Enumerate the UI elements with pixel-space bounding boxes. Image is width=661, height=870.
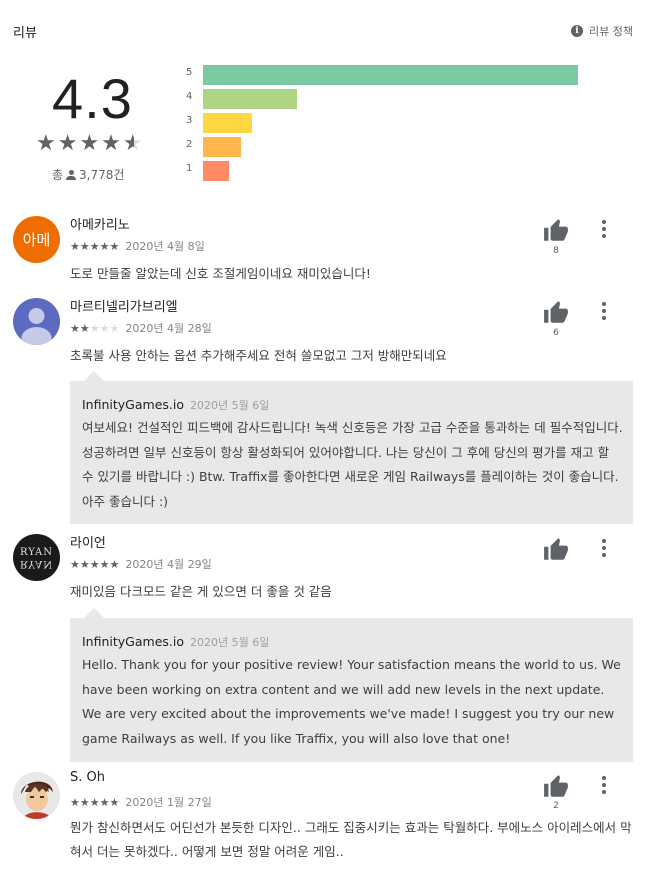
rating-bar-row: 5 — [186, 64, 586, 88]
rating-distribution: 5 4 3 2 1 — [186, 64, 586, 184]
total-prefix: 총 — [52, 168, 64, 182]
review-stars: ★★★★★ 2020년 4월 29일 — [70, 556, 212, 572]
reply-author: InfinityGames.io — [82, 397, 184, 412]
rating-bar-label: 3 — [186, 115, 193, 126]
reply-date: 2020년 5월 6일 — [189, 636, 270, 649]
star-icon: ★ — [99, 321, 110, 335]
star-icon: ★ — [89, 239, 100, 253]
avatar: RYAN RYAN — [13, 534, 60, 581]
rating-bar-label: 4 — [186, 91, 193, 102]
avatar-text: RYAN — [19, 546, 54, 558]
full-stars: ★★★★ — [36, 131, 123, 156]
rating-bar — [203, 113, 252, 133]
rating-bar-label: 2 — [186, 139, 193, 150]
reply-header: InfinityGames.io 2020년 5월 6일 — [82, 634, 269, 650]
reviewer-name: 아메카리노 — [70, 218, 130, 233]
helpful-count: 2 — [553, 801, 559, 811]
star-icon: ★ — [70, 239, 80, 253]
review-text: 초록불 사용 안하는 옵션 추가해주세요 전혀 쓸모없고 그저 방해만되네요 — [70, 348, 447, 363]
review-date: 2020년 1월 27일 — [125, 796, 212, 809]
average-rating: 4.3 — [52, 67, 133, 130]
star-icon: ★ — [79, 321, 90, 335]
avatar-text: 아메 — [22, 231, 51, 249]
reviewer-name: 마르티넬리가브리엘 — [70, 300, 178, 315]
reply-text: 여보세요! 건설적인 피드백에 감사드립니다! 녹색 신호등은 가장 고급 수준… — [82, 420, 623, 509]
reviewer-name: S. Oh — [70, 770, 105, 785]
more-options-icon[interactable] — [596, 776, 612, 798]
thumbs-up-icon[interactable] — [543, 218, 569, 244]
star-icon: ★ — [89, 557, 100, 571]
more-options-icon[interactable] — [596, 302, 612, 324]
reviews-header: 리뷰 i 리뷰 정책 — [13, 22, 633, 42]
avatar-text-mirror: RYAN — [19, 557, 54, 569]
helpful-count: 6 — [553, 328, 559, 338]
star-icon: ★ — [99, 557, 110, 571]
review-text: 도로 만들줄 알았는데 신호 조절게임이네요 재미있습니다! — [70, 266, 371, 281]
review-date: 2020년 4월 8일 — [125, 240, 205, 253]
star-icon: ★ — [89, 321, 100, 335]
star-icon: ★ — [79, 557, 90, 571]
rating-bar-label: 1 — [186, 163, 193, 174]
total-count: 3,778건 — [79, 168, 125, 182]
reply-author: InfinityGames.io — [82, 634, 184, 649]
review-date: 2020년 4월 29일 — [125, 558, 212, 571]
developer-reply: InfinityGames.io 2020년 5월 6일 Hello. Than… — [70, 608, 633, 762]
review-stars: ★★★★★ 2020년 4월 28일 — [70, 320, 212, 336]
helpful-count: 8 — [553, 246, 559, 256]
review-policy-label: 리뷰 정책 — [589, 25, 633, 38]
star-icon: ★ — [99, 795, 110, 809]
star-icon: ★ — [89, 795, 100, 809]
rating-summary: 4.3 ★★★★★ 총 3,778건 5 4 3 2 1 — [0, 60, 661, 190]
thumbs-up-icon[interactable] — [543, 774, 569, 800]
review-policy-link[interactable]: i 리뷰 정책 — [571, 23, 633, 39]
star-icon: ★ — [109, 239, 120, 253]
star-icon: ★ — [79, 795, 90, 809]
star-icon: ★ — [70, 557, 80, 571]
total-reviews: 총 3,778건 — [52, 166, 124, 183]
thumbs-up-icon[interactable] — [543, 537, 569, 563]
star-icon: ★ — [109, 321, 120, 335]
review-stars: ★★★★★ 2020년 1월 27일 — [70, 794, 212, 810]
star-icon: ★ — [99, 239, 110, 253]
review-stars: ★★★★★ 2020년 4월 8일 — [70, 238, 205, 254]
rating-bar-row: 4 — [186, 88, 586, 112]
avatar — [13, 298, 60, 345]
developer-reply: InfinityGames.io 2020년 5월 6일 여보세요! 건설적인 … — [70, 371, 633, 524]
review-text: 재미있음 다크모드 같은 게 있으면 더 좋을 것 같음 — [70, 584, 332, 599]
star-icon: ★ — [109, 795, 120, 809]
star-icon: ★ — [70, 321, 80, 335]
average-stars: ★★★★★ — [36, 131, 145, 156]
rating-bar — [203, 89, 297, 109]
rating-bar — [203, 161, 229, 181]
avatar: 아메 — [13, 216, 60, 263]
rating-bar-label: 5 — [186, 67, 193, 78]
reply-header: InfinityGames.io 2020년 5월 6일 — [82, 397, 269, 413]
more-options-icon[interactable] — [596, 539, 612, 561]
review-date: 2020년 4월 28일 — [125, 322, 212, 335]
half-star-icon: ★ — [122, 131, 145, 156]
review-text: 뭔가 참신하면서도 어딘선가 본듯한 디자인.. 그래도 집중시키는 효과는 탁… — [70, 820, 632, 859]
person-icon — [66, 169, 77, 180]
reviewer-name: 라이언 — [70, 536, 106, 551]
anime-avatar-icon — [13, 772, 60, 819]
reply-text: Hello. Thank you for your positive revie… — [82, 657, 621, 746]
rating-bar — [203, 65, 578, 85]
thumbs-up-icon[interactable] — [543, 300, 569, 326]
info-icon: i — [571, 25, 584, 37]
star-icon: ★ — [79, 239, 90, 253]
rating-bar — [203, 137, 241, 157]
rating-bar-row: 3 — [186, 112, 586, 136]
star-icon: ★ — [109, 557, 120, 571]
default-avatar-icon — [21, 308, 52, 345]
reply-date: 2020년 5월 6일 — [189, 399, 270, 412]
star-icon: ★ — [70, 795, 80, 809]
rating-bar-row: 1 — [186, 160, 586, 184]
rating-bar-row: 2 — [186, 136, 586, 160]
section-title: 리뷰 — [13, 26, 37, 41]
more-options-icon[interactable] — [596, 220, 612, 242]
avatar — [13, 772, 60, 819]
